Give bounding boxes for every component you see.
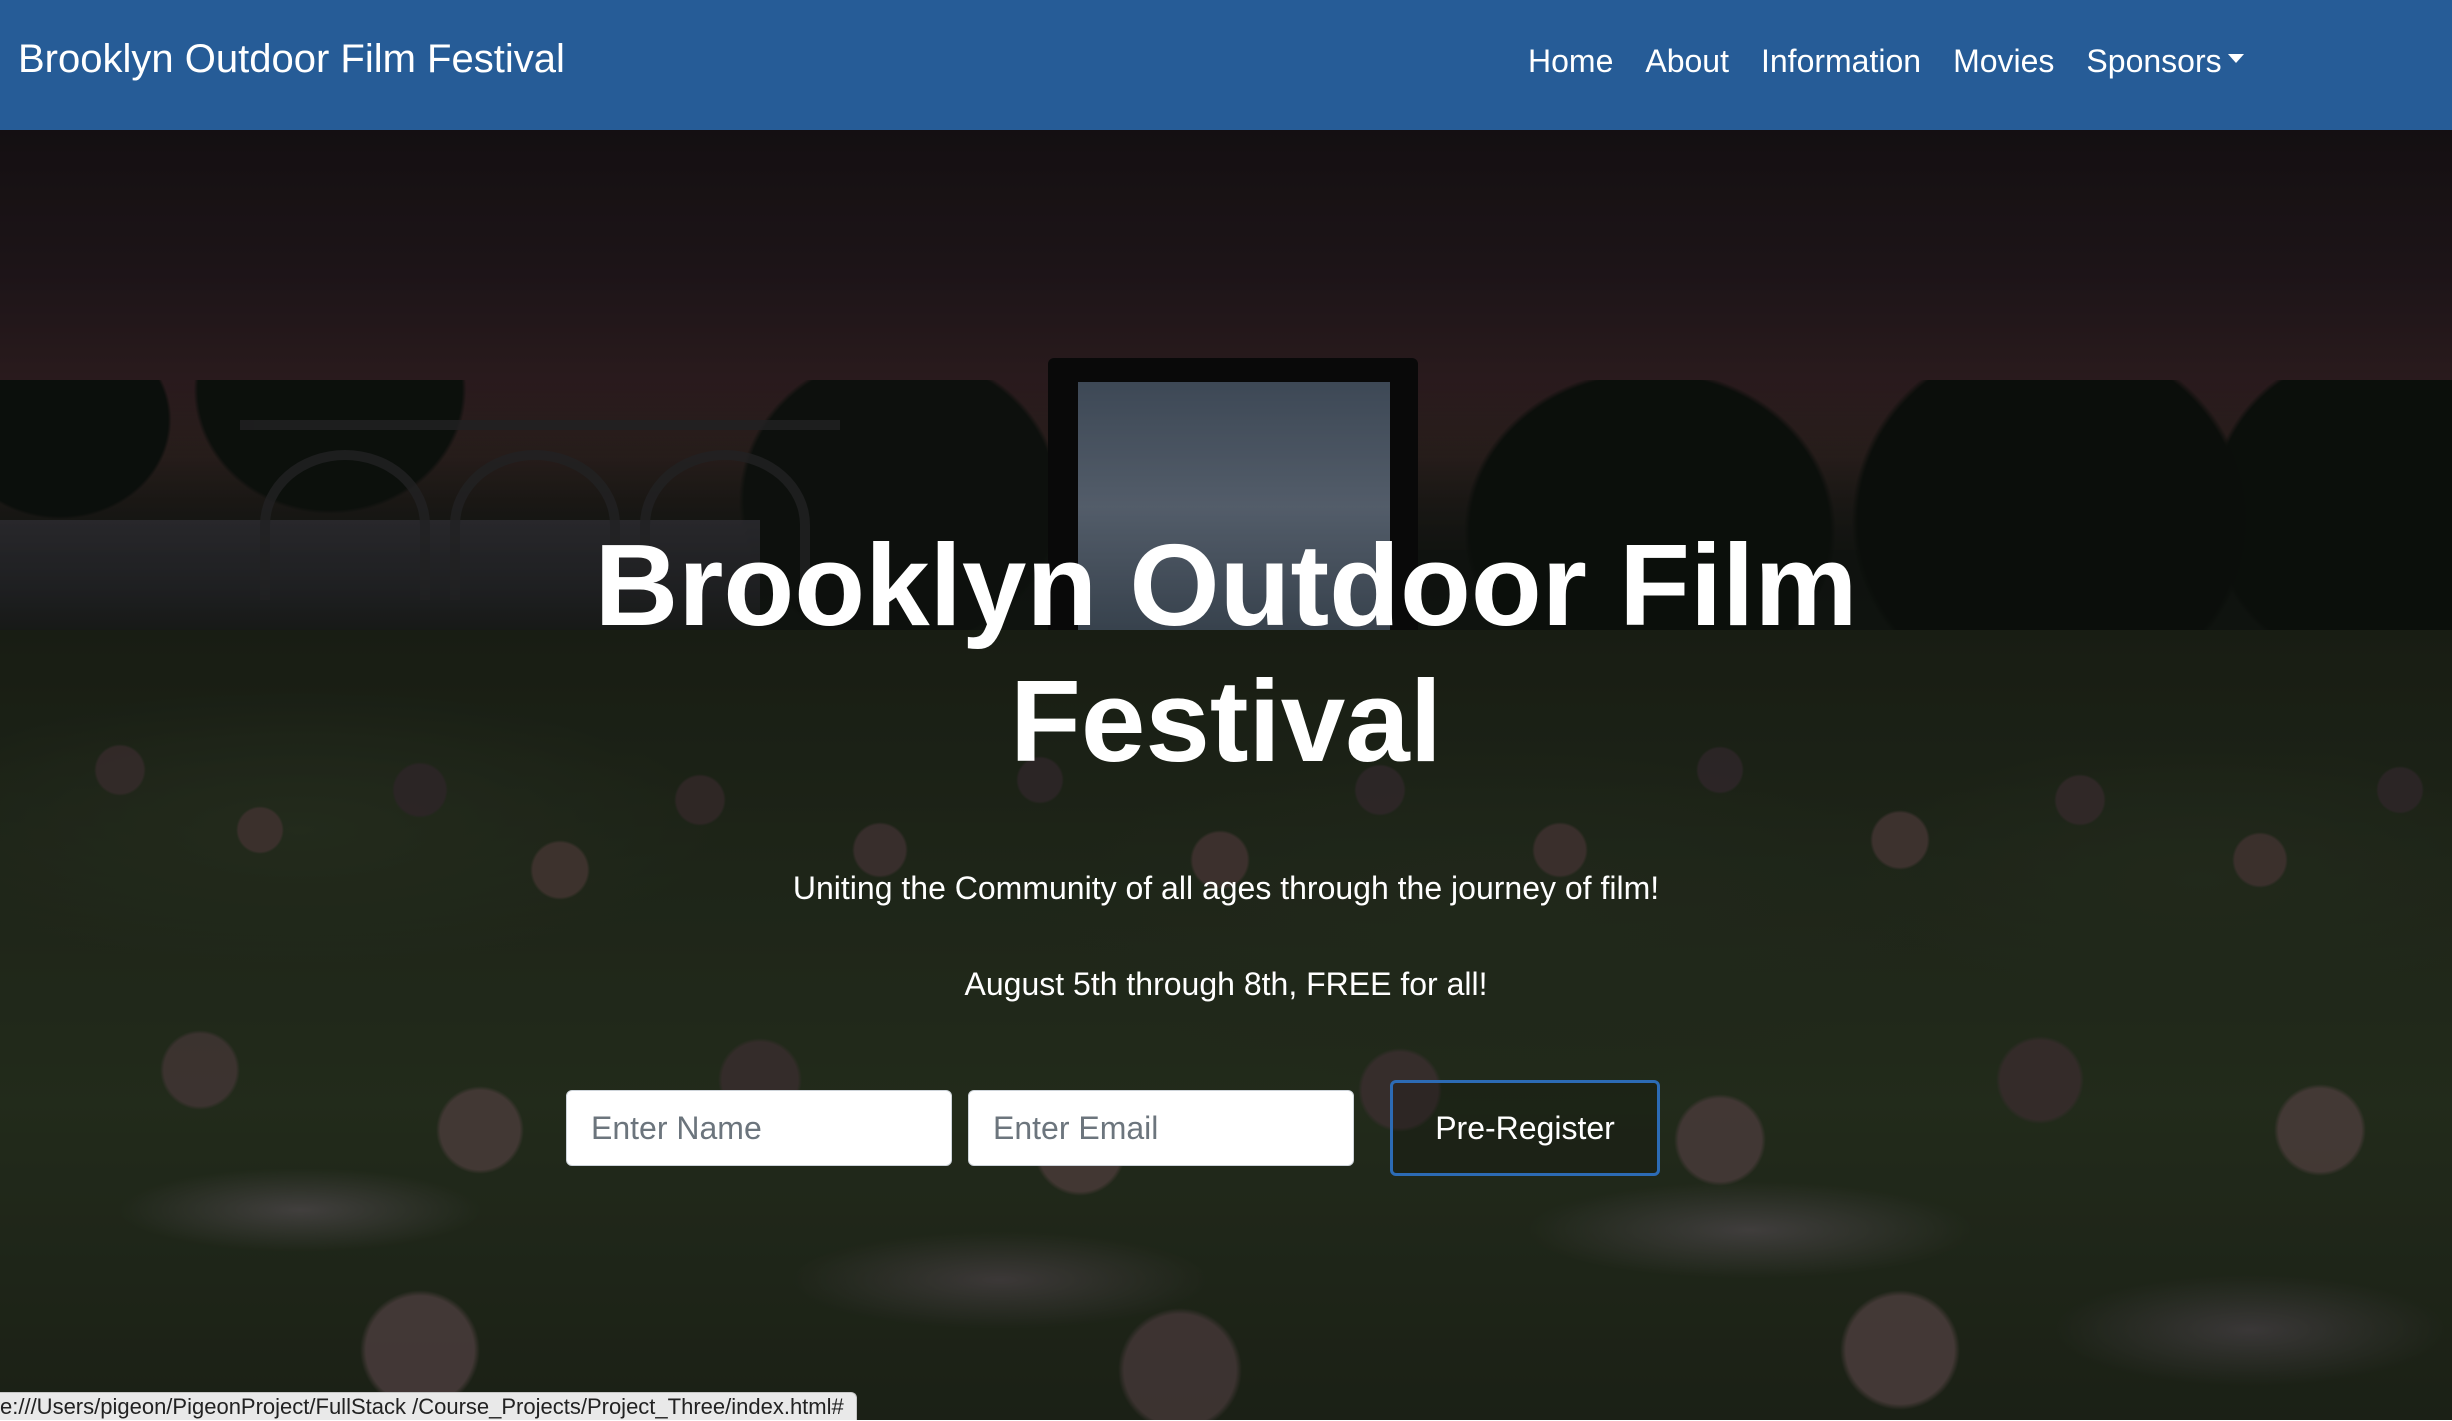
name-input[interactable] bbox=[566, 1090, 952, 1166]
nav-link-sponsors-label: Sponsors bbox=[2086, 42, 2222, 79]
hero-tagline: Uniting the Community of all ages throug… bbox=[792, 870, 1660, 906]
brand-link[interactable]: Brooklyn Outdoor Film Festival bbox=[18, 0, 565, 118]
nav-link-movies[interactable]: Movies bbox=[1937, 43, 2070, 80]
nav-link-information[interactable]: Information bbox=[1745, 43, 1937, 80]
hero-content: Brooklyn Outdoor Film Festival Uniting t… bbox=[0, 130, 2452, 1420]
email-input[interactable] bbox=[968, 1090, 1354, 1166]
nav-link-home[interactable]: Home bbox=[1512, 43, 1629, 80]
pre-register-form: Pre-Register bbox=[0, 1080, 2452, 1190]
nav-link-information-label: Information bbox=[1760, 42, 1922, 79]
hero-dates: August 5th through 8th, FREE for all! bbox=[964, 966, 1488, 1002]
status-bar-url: e:///Users/pigeon/PigeonProject/FullStac… bbox=[0, 1392, 857, 1420]
caret-down-icon bbox=[2227, 53, 2244, 63]
navbar: Brooklyn Outdoor Film Festival Home Abou… bbox=[0, 0, 2452, 130]
nav-link-movies-label: Movies bbox=[1953, 42, 2055, 79]
hero-title: Brooklyn Outdoor Film Festival bbox=[594, 520, 1858, 786]
nav-links: Home About Information Movies Sponsors bbox=[1512, 0, 2260, 122]
nav-link-home-label: Home bbox=[1528, 42, 1614, 79]
nav-link-about[interactable]: About bbox=[1629, 43, 1745, 80]
hero-section: Brooklyn Outdoor Film Festival Uniting t… bbox=[0, 130, 2452, 1420]
nav-link-about-label: About bbox=[1645, 42, 1729, 79]
nav-dropdown-sponsors[interactable]: Sponsors bbox=[2070, 43, 2259, 80]
pre-register-button[interactable]: Pre-Register bbox=[1390, 1080, 1660, 1176]
